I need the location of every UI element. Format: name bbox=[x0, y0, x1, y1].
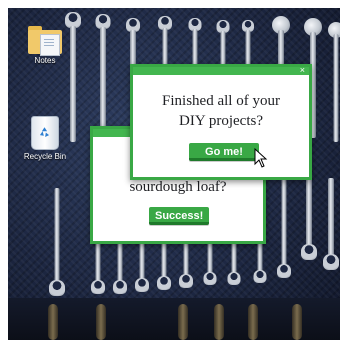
wallpaper-wrench bbox=[300, 168, 318, 298]
wallpaper-tool-handle bbox=[178, 304, 188, 340]
dialog-message-line-1: Finished all of your bbox=[162, 93, 280, 109]
go-me-button[interactable]: Go me! bbox=[189, 143, 259, 161]
wallpaper-tool-handle bbox=[292, 304, 302, 340]
recycle-bin-icon bbox=[31, 116, 59, 150]
dialog-diy-projects: × Finished all of your DIY projects? Go … bbox=[130, 64, 312, 180]
desktop-icon-recycle-bin[interactable]: Recycle Bin bbox=[20, 116, 70, 161]
wallpaper-tool-handle bbox=[48, 304, 58, 340]
dialog-message: sourdough loaf? bbox=[129, 179, 227, 195]
wallpaper-tool-handle bbox=[96, 304, 106, 340]
wallpaper-wrench bbox=[276, 168, 292, 298]
close-icon[interactable]: × bbox=[300, 65, 305, 75]
wallpaper-wrench bbox=[326, 22, 340, 142]
desktop-icon-label: Notes bbox=[34, 56, 56, 65]
wallpaper-wrench bbox=[322, 178, 340, 298]
dialog-message-line-2: DIY projects? bbox=[179, 113, 263, 129]
dialog-titlebar[interactable]: × bbox=[133, 65, 309, 75]
mouse-pointer-icon bbox=[254, 148, 268, 168]
folder-icon bbox=[28, 26, 62, 56]
desktop-icon-label: Recycle Bin bbox=[23, 152, 67, 161]
desktop-wallpaper: Notes Recycle Bin sourdough loaf? Succes… bbox=[8, 8, 340, 340]
desktop-icon-notes[interactable]: Notes bbox=[20, 26, 70, 65]
success-button[interactable]: Success! bbox=[149, 207, 209, 225]
wallpaper-tool-handle bbox=[248, 304, 258, 340]
wallpaper-wrench bbox=[48, 188, 66, 298]
wallpaper-tool-handle bbox=[214, 304, 224, 340]
